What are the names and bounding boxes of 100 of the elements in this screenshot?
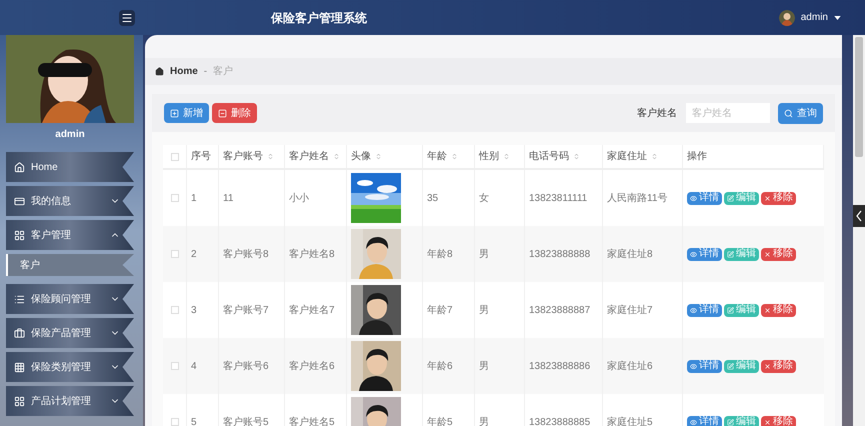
remove-button[interactable]: 移除 — [761, 416, 796, 426]
table-cell-text: 家庭住址5 — [607, 416, 653, 426]
details-button[interactable]: 详情 — [687, 416, 722, 426]
sidebar-item[interactable]: Home — [6, 152, 134, 182]
remove-button[interactable]: 移除 — [761, 360, 796, 372]
table-cell-text: 客户账号5 — [223, 416, 269, 426]
delete-button[interactable]: 删除 — [212, 103, 257, 123]
table-cell-text: 13823888886 — [529, 360, 590, 374]
table-cell-text: 客户账号8 — [223, 248, 269, 262]
table-cell-text: 13823888887 — [529, 304, 590, 318]
sidebar-item[interactable]: 保险产品管理 — [6, 318, 134, 348]
details-button[interactable]: 详情 — [687, 304, 722, 316]
table-cell-text: 客户姓名7 — [289, 304, 335, 318]
column-header[interactable]: 电话号码 — [525, 145, 603, 168]
row-checkbox[interactable] — [170, 306, 178, 314]
edit-icon — [727, 194, 734, 202]
sort-icon — [267, 153, 274, 160]
table-cell-text: 男 — [479, 360, 489, 374]
search-button[interactable]: 查询 — [778, 102, 823, 124]
remove-button[interactable]: 移除 — [761, 304, 796, 316]
table-cell-text: 家庭住址8 — [607, 248, 653, 262]
column-header[interactable]: 性别 — [475, 145, 525, 168]
close-icon — [764, 362, 771, 370]
table-cell-text: 13823811111 — [529, 192, 588, 206]
table-cell-text: 客户账号6 — [223, 360, 269, 374]
edit-button[interactable]: 编辑 — [724, 304, 759, 316]
edit-icon — [727, 418, 734, 426]
row-checkbox[interactable] — [170, 418, 178, 426]
breadcrumb-link[interactable]: Home — [170, 64, 198, 79]
scrollbar-drawing[interactable] — [853, 35, 865, 426]
plus-icon — [170, 108, 179, 118]
sort-icon — [503, 153, 510, 160]
details-button[interactable]: 详情 — [687, 248, 722, 260]
remove-button[interactable]: 移除 — [761, 192, 796, 204]
column-header[interactable]: 客户姓名 — [285, 145, 347, 168]
table-cell-text: 人民南路11号 — [607, 192, 668, 206]
column-header[interactable]: 家庭住址 — [603, 145, 683, 168]
minus-icon — [218, 108, 227, 118]
close-icon — [764, 250, 771, 258]
row-checkbox[interactable] — [170, 250, 178, 258]
sort-icon — [333, 153, 340, 160]
table-cell-text: 客户账号7 — [223, 304, 269, 318]
row-checkbox[interactable] — [170, 362, 178, 370]
sort-icon — [573, 153, 580, 160]
column-header[interactable]: 客户账号 — [219, 145, 285, 168]
username: admin — [54, 128, 86, 142]
close-icon — [764, 418, 771, 426]
select-all-checkbox[interactable] — [170, 152, 178, 160]
edit-button[interactable]: 编辑 — [724, 360, 759, 372]
details-button[interactable]: 详情 — [687, 192, 722, 204]
sidebar-item[interactable]: 客户管理 — [6, 220, 134, 250]
table-cell-text: 家庭住址6 — [607, 360, 653, 374]
table-cell-text: 年龄7 — [427, 304, 453, 318]
user-menu[interactable]: admin — [778, 10, 841, 26]
add-button[interactable]: 新增 — [164, 103, 209, 123]
table-cell-text: 女 — [479, 192, 489, 206]
table-cell-text: 5 — [191, 416, 197, 426]
table-cell-text: 男 — [479, 248, 489, 262]
close-icon — [764, 306, 771, 314]
sidebar-item[interactable]: 产品计划管理 — [6, 386, 134, 416]
table-cell-text: 年龄8 — [427, 248, 453, 262]
search-label: 客户姓名 — [637, 106, 677, 120]
table-cell-text: 年龄5 — [427, 416, 453, 426]
edit-icon — [727, 306, 734, 314]
eye-icon — [690, 362, 697, 370]
app-title: 保险客户管理系统 — [271, 10, 367, 26]
table-cell-text: 3 — [191, 304, 197, 318]
table-cell-text: 家庭住址7 — [607, 304, 653, 318]
eye-icon — [690, 194, 697, 202]
table-cell-text: 13823888885 — [529, 416, 590, 426]
row-checkbox[interactable] — [170, 194, 178, 202]
sidebar-item[interactable]: 保险类别管理 — [6, 352, 134, 382]
edit-button[interactable]: 编辑 — [724, 248, 759, 260]
sidebar-item[interactable]: 保险顾问管理 — [6, 284, 134, 314]
column-header[interactable]: 年龄 — [423, 145, 475, 168]
table-cell-text: 1 — [191, 192, 197, 206]
table-cell-text: 客户姓名8 — [289, 248, 335, 262]
search-field[interactable]: 客户姓名 — [686, 103, 770, 123]
details-button[interactable]: 详情 — [687, 360, 722, 372]
table-cell-text: 年龄6 — [427, 360, 453, 374]
home-icon — [155, 67, 164, 76]
sidebar-item[interactable]: 我的信息 — [6, 186, 134, 216]
menu-toggle-button[interactable] — [119, 10, 135, 26]
edit-button[interactable]: 编辑 — [724, 192, 759, 204]
edit-icon — [727, 250, 734, 258]
table-cell-text: 2 — [191, 248, 197, 262]
table-cell-text: 13823888888 — [529, 248, 590, 262]
column-header: 序号 — [187, 145, 219, 168]
eye-icon — [690, 306, 697, 314]
submenu-item[interactable]: 客户 — [6, 254, 134, 276]
edit-button[interactable]: 编辑 — [724, 416, 759, 426]
sort-icon — [651, 153, 658, 160]
breadcrumb-link[interactable]: 客户 — [213, 64, 234, 79]
table-cell-text: 客户姓名5 — [289, 416, 335, 426]
eye-icon — [690, 250, 697, 258]
table-cell-text: 男 — [479, 304, 489, 318]
remove-button[interactable]: 移除 — [761, 248, 796, 260]
breadcrumb-separator: - — [204, 65, 208, 79]
column-header[interactable]: 头像 — [347, 145, 423, 168]
sort-icon — [375, 153, 382, 160]
